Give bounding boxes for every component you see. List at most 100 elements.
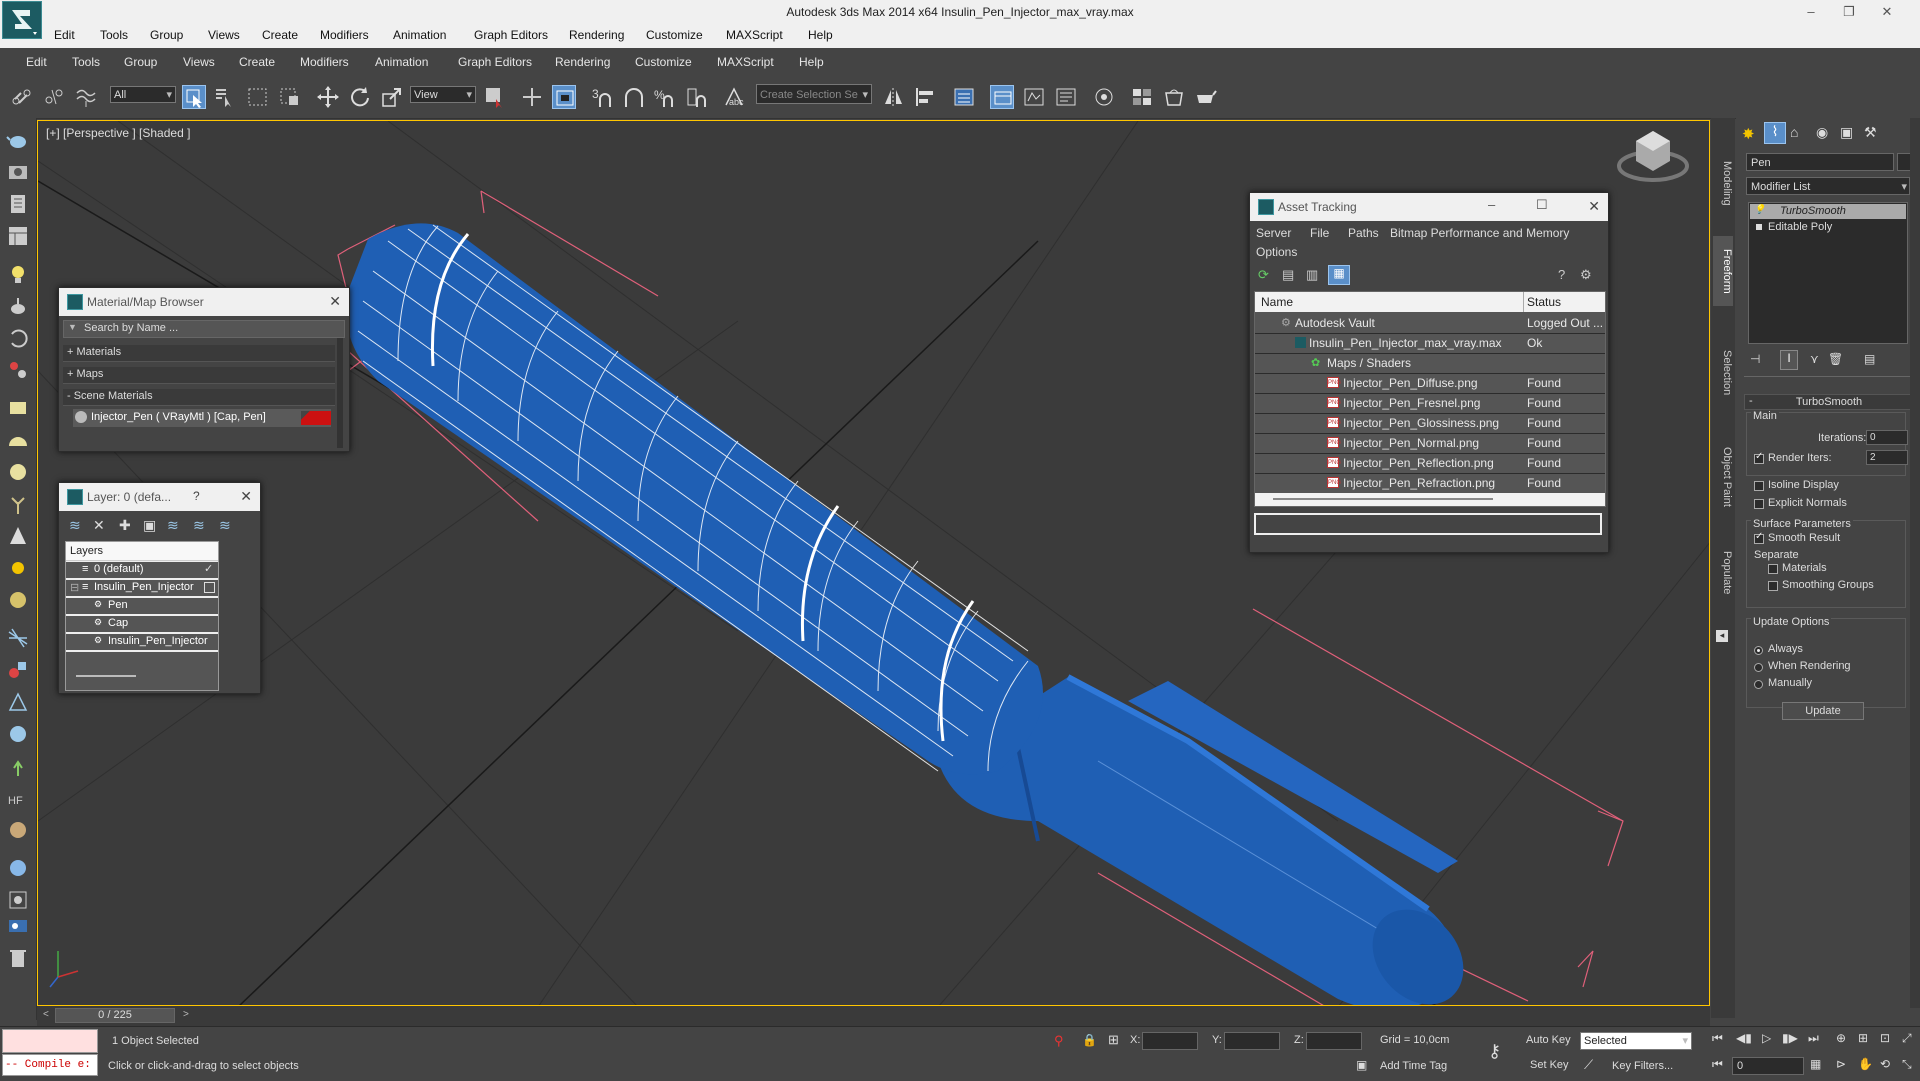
settings-icon[interactable]: ⚙ (1580, 267, 1592, 283)
auto-key-button[interactable]: Auto Key (1526, 1034, 1571, 1046)
sun-icon[interactable] (6, 556, 30, 580)
time-tag-icon[interactable]: ▣ (1356, 1058, 1367, 1072)
always-radio[interactable] (1754, 646, 1763, 655)
maximize-viewport-icon[interactable]: ⤢ (1902, 1031, 1912, 1046)
delete-layer-icon[interactable]: ✕ (93, 517, 105, 534)
scene-materials-section[interactable]: - Scene Materials (63, 389, 335, 406)
menu-views[interactable]: Views (208, 28, 240, 42)
render-frame-icon[interactable] (6, 888, 30, 912)
set-key-button[interactable]: Set Key (1530, 1059, 1569, 1071)
materials-section[interactable]: + Materials (63, 345, 335, 362)
menu2-animation[interactable]: Animation (375, 55, 428, 69)
link-icon[interactable] (10, 85, 34, 109)
asset-menu-server[interactable]: Server (1256, 226, 1291, 240)
asset-menu-options[interactable]: Options (1256, 245, 1297, 259)
reference-coordinate-dropdown[interactable]: View (410, 86, 476, 104)
pivot-center-icon[interactable] (482, 85, 506, 109)
next-key-icon[interactable]: ▮▶ (1782, 1031, 1798, 1045)
when-rendering-radio[interactable] (1754, 663, 1763, 672)
select-object-icon[interactable] (182, 85, 206, 109)
globe-icon[interactable] (6, 722, 30, 746)
shaded-sphere-icon[interactable] (6, 588, 30, 612)
column-status[interactable]: Status (1527, 295, 1561, 309)
layer-row-default[interactable]: ≡ 0 (default) ✓ (66, 562, 218, 578)
go-to-end-icon[interactable]: ⏭ (1808, 1031, 1819, 1046)
table-view-icon[interactable]: ▦ (1328, 265, 1350, 285)
menu2-edit[interactable]: Edit (26, 55, 47, 69)
menu-group[interactable]: Group (150, 28, 183, 42)
zoom-all-icon[interactable]: ⊞ (1858, 1031, 1868, 1045)
trash-icon[interactable] (6, 946, 30, 970)
frame-indicator[interactable]: 0 / 225 (55, 1008, 175, 1023)
menu2-views[interactable]: Views (183, 55, 215, 69)
asset-row-png[interactable]: PNG Injector_Pen_Normal.png Found (1255, 433, 1605, 454)
hierarchy-tab-icon[interactable]: ⌂ (1790, 124, 1798, 140)
layer-object-insulin[interactable]: ⚙ Insulin_Pen_Injector (66, 634, 218, 650)
menu2-customize[interactable]: Customize (635, 55, 692, 69)
pan-icon[interactable]: ✋ (1858, 1057, 1873, 1071)
close-icon[interactable]: ✕ (329, 293, 341, 310)
percent-snap-icon[interactable]: % (652, 85, 676, 109)
asset-row-maps-shaders[interactable]: ✿ Maps / Shaders (1255, 353, 1605, 374)
make-unique-icon[interactable]: ⋎ (1810, 352, 1819, 366)
asset-row-png[interactable]: PNG Injector_Pen_Diffuse.png Found (1255, 373, 1605, 394)
layer-object-pen[interactable]: ⚙ Pen (66, 598, 218, 614)
close-icon[interactable]: ✕ (240, 488, 252, 505)
freeze-layers-icon[interactable]: ≋ (219, 517, 231, 534)
menu2-group[interactable]: Group (124, 55, 157, 69)
camera-view-icon[interactable] (6, 160, 30, 184)
layers-header[interactable]: Layers (66, 542, 218, 561)
create-tab-icon[interactable]: ✸ (1742, 125, 1755, 143)
selection-filter-dropdown[interactable]: All (110, 86, 176, 104)
isoline-display-checkbox[interactable] (1754, 481, 1764, 491)
particle-icon[interactable] (6, 358, 30, 382)
list-view-icon[interactable]: ▤ (1282, 267, 1294, 283)
sphere-icon[interactable] (6, 460, 30, 484)
menu-tools[interactable]: Tools (100, 28, 128, 42)
scale-icon[interactable] (380, 85, 404, 109)
tab-object-paint[interactable]: Object Paint (1713, 432, 1733, 522)
menu2-tools[interactable]: Tools (72, 55, 100, 69)
menu-maxscript[interactable]: MAXScript (726, 28, 783, 42)
maximize-icon[interactable]: ☐ (1536, 197, 1548, 213)
box-icon[interactable] (6, 396, 30, 420)
menu-create[interactable]: Create (262, 28, 298, 42)
y-coordinate-field[interactable] (1224, 1032, 1280, 1050)
remove-modifier-icon[interactable]: 🗑 (1828, 352, 1843, 366)
tab-modeling[interactable]: Modeling (1713, 148, 1733, 218)
highlight-layer-icon[interactable]: ≋ (167, 517, 179, 534)
angle-snap-icon[interactable] (622, 85, 646, 109)
zoom-extents-icon[interactable]: ⊡ (1880, 1031, 1890, 1045)
perspective-viewport[interactable]: [+] [Perspective ] [Shaded ] Material/Ma… (37, 120, 1710, 1006)
scene-states-icon[interactable] (6, 914, 30, 938)
manage-layers-icon[interactable] (990, 85, 1014, 109)
maximize-button[interactable]: ❐ (1834, 2, 1864, 22)
isolate-selection-icon[interactable]: ⚲ (1054, 1033, 1064, 1049)
hair-icon[interactable]: HF (6, 786, 30, 810)
rotate-view-icon[interactable] (6, 326, 30, 350)
rotate-icon[interactable] (348, 85, 372, 109)
schematic-view-icon[interactable] (1092, 85, 1116, 109)
key-mode-dropdown[interactable]: Selected (1580, 1032, 1692, 1050)
select-objects-icon[interactable]: ▣ (143, 517, 156, 534)
minimize-icon[interactable]: – (1488, 197, 1495, 212)
edit-named-selection-icon[interactable]: abc (722, 85, 746, 109)
utilities-tab-icon[interactable]: ⚒ (1864, 124, 1877, 141)
ribbon-toggle-icon[interactable]: ◂ (1716, 630, 1728, 642)
orbit-icon[interactable]: ⟲ (1880, 1057, 1890, 1071)
curve-editor-icon[interactable] (1054, 85, 1078, 109)
light-bulb-icon[interactable] (6, 262, 30, 286)
bones-icon[interactable] (6, 690, 30, 714)
selection-lock-icon[interactable]: 🔒 (1082, 1033, 1097, 1047)
asset-row-png[interactable]: PNG Injector_Pen_Refraction.png Found (1255, 473, 1605, 494)
z-coordinate-field[interactable] (1306, 1032, 1362, 1050)
key-filters-button[interactable]: Key Filters... (1612, 1060, 1673, 1072)
material-browser-scrollbar[interactable] (337, 338, 343, 448)
asset-row-vault[interactable]: ⚙ Autodesk Vault Logged Out ... (1255, 313, 1605, 334)
spinner-snap-icon[interactable] (684, 85, 708, 109)
time-slider[interactable]: < 0 / 225 > (37, 1006, 1710, 1026)
modify-tab-icon[interactable]: ⌇ (1764, 122, 1786, 144)
lightbulb-icon[interactable]: 💡 (1754, 204, 1765, 215)
menu2-maxscript[interactable]: MAXScript (717, 55, 774, 69)
keyboard-shortcut-override-icon[interactable] (552, 85, 576, 109)
